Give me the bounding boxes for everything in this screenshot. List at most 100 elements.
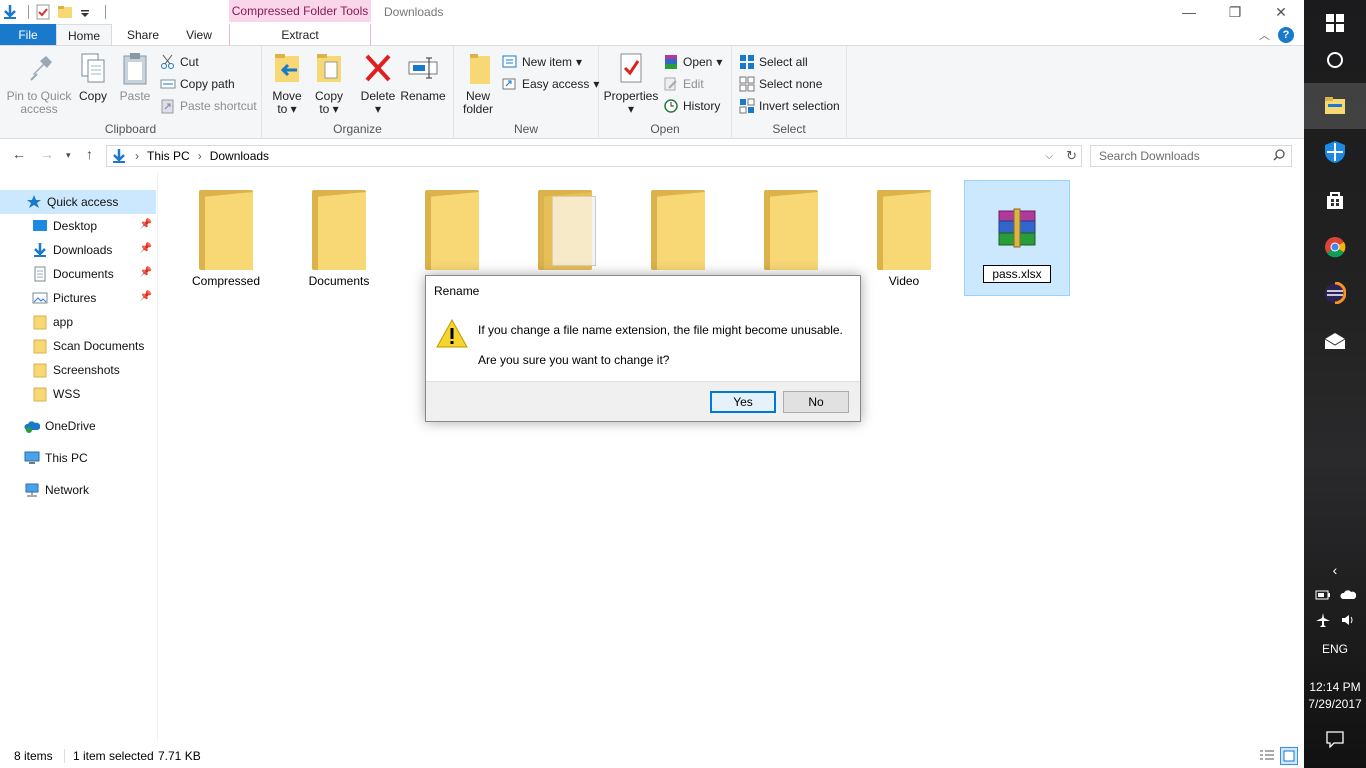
nav-item-desktop[interactable]: Desktop 📌 (0, 214, 156, 238)
breadcrumb-separator: › (197, 149, 202, 163)
close-button[interactable]: ✕ (1258, 0, 1304, 24)
large-icons-view-icon[interactable] (1280, 747, 1298, 765)
open-button[interactable]: Open ▾ (663, 52, 722, 72)
open-group-label: Open (650, 122, 680, 136)
collapse-ribbon-icon[interactable]: ︿ (1259, 27, 1270, 43)
copy-path-label: Copy path (180, 77, 235, 91)
store-bag-icon[interactable] (1304, 177, 1366, 223)
no-button[interactable]: No (783, 391, 849, 413)
folder-icon (32, 338, 48, 354)
edit-button[interactable]: Edit (663, 74, 704, 94)
ribbon-tabs: File Home Share View Extract ︿ ? (0, 24, 1304, 46)
search-icon[interactable] (1273, 146, 1285, 172)
pin-icon[interactable]: 📌 (140, 219, 152, 230)
breadcrumb-this-pc[interactable]: This PC (147, 149, 190, 163)
details-view-icon[interactable] (1258, 747, 1276, 765)
search-input[interactable]: Search Downloads (1090, 145, 1292, 167)
up-arrow-icon[interactable]: ↑ (86, 146, 93, 162)
onedrive-cloud-icon (24, 418, 41, 434)
language-indicator[interactable]: ENG (1304, 642, 1366, 656)
back-arrow-icon[interactable]: ← (12, 146, 26, 162)
downloads-arrow-icon[interactable] (2, 4, 18, 20)
paste-shortcut-button[interactable]: Paste shortcut (160, 96, 257, 116)
defender-shield-icon[interactable] (1304, 129, 1366, 175)
maximize-button[interactable]: ❐ (1212, 0, 1258, 24)
eclipse-icon[interactable] (1304, 270, 1366, 316)
invert-selection-button[interactable]: Invert selection (739, 96, 840, 116)
nav-item-app[interactable]: app (0, 310, 156, 334)
nav-network[interactable]: Network (0, 478, 156, 502)
file-item-video[interactable]: Video (851, 180, 957, 296)
ribbon: Pin to Quick access Copy Paste Cut Copy … (0, 45, 1304, 139)
chrome-icon[interactable] (1304, 224, 1366, 270)
show-hidden-icons-chevron-icon[interactable]: ‹ (1304, 562, 1366, 578)
tab-home[interactable]: Home (56, 24, 112, 46)
window-controls: — ❐ ✕ (1166, 0, 1304, 24)
select-none-button[interactable]: Select none (739, 74, 822, 94)
history-button[interactable]: History (663, 96, 720, 116)
refresh-icon[interactable]: ↻ (1066, 148, 1077, 164)
file-name: Video (888, 274, 920, 288)
action-center-icon[interactable] (1304, 730, 1366, 751)
easy-access-button[interactable]: Easy access ▾ (502, 74, 599, 94)
new-folder-icon[interactable] (57, 4, 73, 20)
dialog-question: Are you sure you want to change it? (478, 353, 670, 367)
nav-onedrive[interactable]: OneDrive (0, 414, 156, 438)
tab-view[interactable]: View (174, 24, 224, 46)
nav-item-pictures[interactable]: Pictures 📌 (0, 286, 156, 310)
customize-qat-icon[interactable] (79, 4, 95, 20)
tab-share[interactable]: Share (118, 24, 168, 46)
new-folder-button[interactable]: New folder (460, 50, 496, 116)
airplane-mode-icon[interactable] (1315, 612, 1331, 631)
power-plug-icon[interactable] (1315, 588, 1331, 605)
mail-envelope-icon[interactable] (1304, 318, 1366, 364)
pin-to-quick-access-button[interactable]: Pin to Quick access (4, 50, 74, 116)
onedrive-tray-icon[interactable] (1339, 588, 1356, 605)
clock-time[interactable]: 12:14 PM (1304, 680, 1366, 694)
nav-item-wss[interactable]: WSS (0, 382, 156, 406)
nav-item-label: WSS (53, 387, 81, 401)
pin-icon[interactable]: 📌 (140, 243, 152, 254)
nav-item-label: Pictures (53, 291, 97, 305)
recent-locations-chevron-icon[interactable]: ▾ (66, 150, 71, 161)
pin-icon[interactable]: 📌 (140, 267, 152, 278)
cortana-circle-icon[interactable] (1304, 37, 1366, 83)
properties-check-icon[interactable] (35, 4, 51, 20)
rename-text-field[interactable]: pass.xlsx (983, 265, 1051, 283)
nav-item-downloads[interactable]: Downloads 📌 (0, 238, 156, 262)
address-bar[interactable]: › This PC › Downloads ⌵ ↻ (106, 145, 1082, 167)
forward-arrow-icon[interactable]: → (40, 146, 54, 162)
delete-button[interactable]: Delete ▾ (358, 50, 398, 116)
nav-item-scan-documents[interactable]: Scan Documents (0, 334, 156, 358)
nav-item-label: Desktop (53, 219, 98, 233)
pin-icon[interactable]: 📌 (140, 291, 152, 302)
volume-speaker-icon[interactable] (1340, 612, 1356, 631)
rename-button[interactable]: Rename (400, 50, 446, 103)
select-all-button[interactable]: Select all (739, 52, 808, 72)
properties-button[interactable]: Properties ▾ (603, 50, 659, 116)
copy-path-button[interactable]: Copy path (160, 74, 235, 94)
nav-quick-access[interactable]: Quick access (0, 190, 156, 214)
clock-date[interactable]: 7/29/2017 (1304, 697, 1366, 711)
tab-file[interactable]: File (0, 24, 56, 46)
file-item-pass-xlsx[interactable]: pass.xlsx (964, 180, 1070, 296)
move-to-button[interactable]: Move to ▾ (268, 50, 306, 116)
nav-item-screenshots[interactable]: Screenshots (0, 358, 156, 382)
file-item-documents[interactable]: Documents (286, 180, 392, 296)
file-item-compressed[interactable]: Compressed (173, 180, 279, 296)
star-icon (26, 194, 42, 210)
address-dropdown-chevron-icon[interactable]: ⌵ (1045, 151, 1053, 162)
copy-button[interactable]: Copy (76, 50, 110, 103)
tab-extract[interactable]: Extract (229, 24, 371, 46)
cut-button[interactable]: Cut (160, 52, 199, 72)
copy-to-button[interactable]: Copy to ▾ (310, 50, 348, 116)
nav-this-pc[interactable]: This PC (0, 446, 156, 470)
file-explorer-taskbar-icon[interactable] (1304, 83, 1366, 129)
nav-item-documents[interactable]: Documents 📌 (0, 262, 156, 286)
help-icon[interactable]: ? (1278, 27, 1294, 43)
paste-button[interactable]: Paste (116, 50, 154, 103)
minimize-button[interactable]: — (1166, 0, 1212, 24)
new-item-button[interactable]: New item ▾ (502, 52, 582, 72)
breadcrumb-downloads[interactable]: Downloads (210, 149, 269, 163)
yes-button[interactable]: Yes (710, 391, 776, 413)
